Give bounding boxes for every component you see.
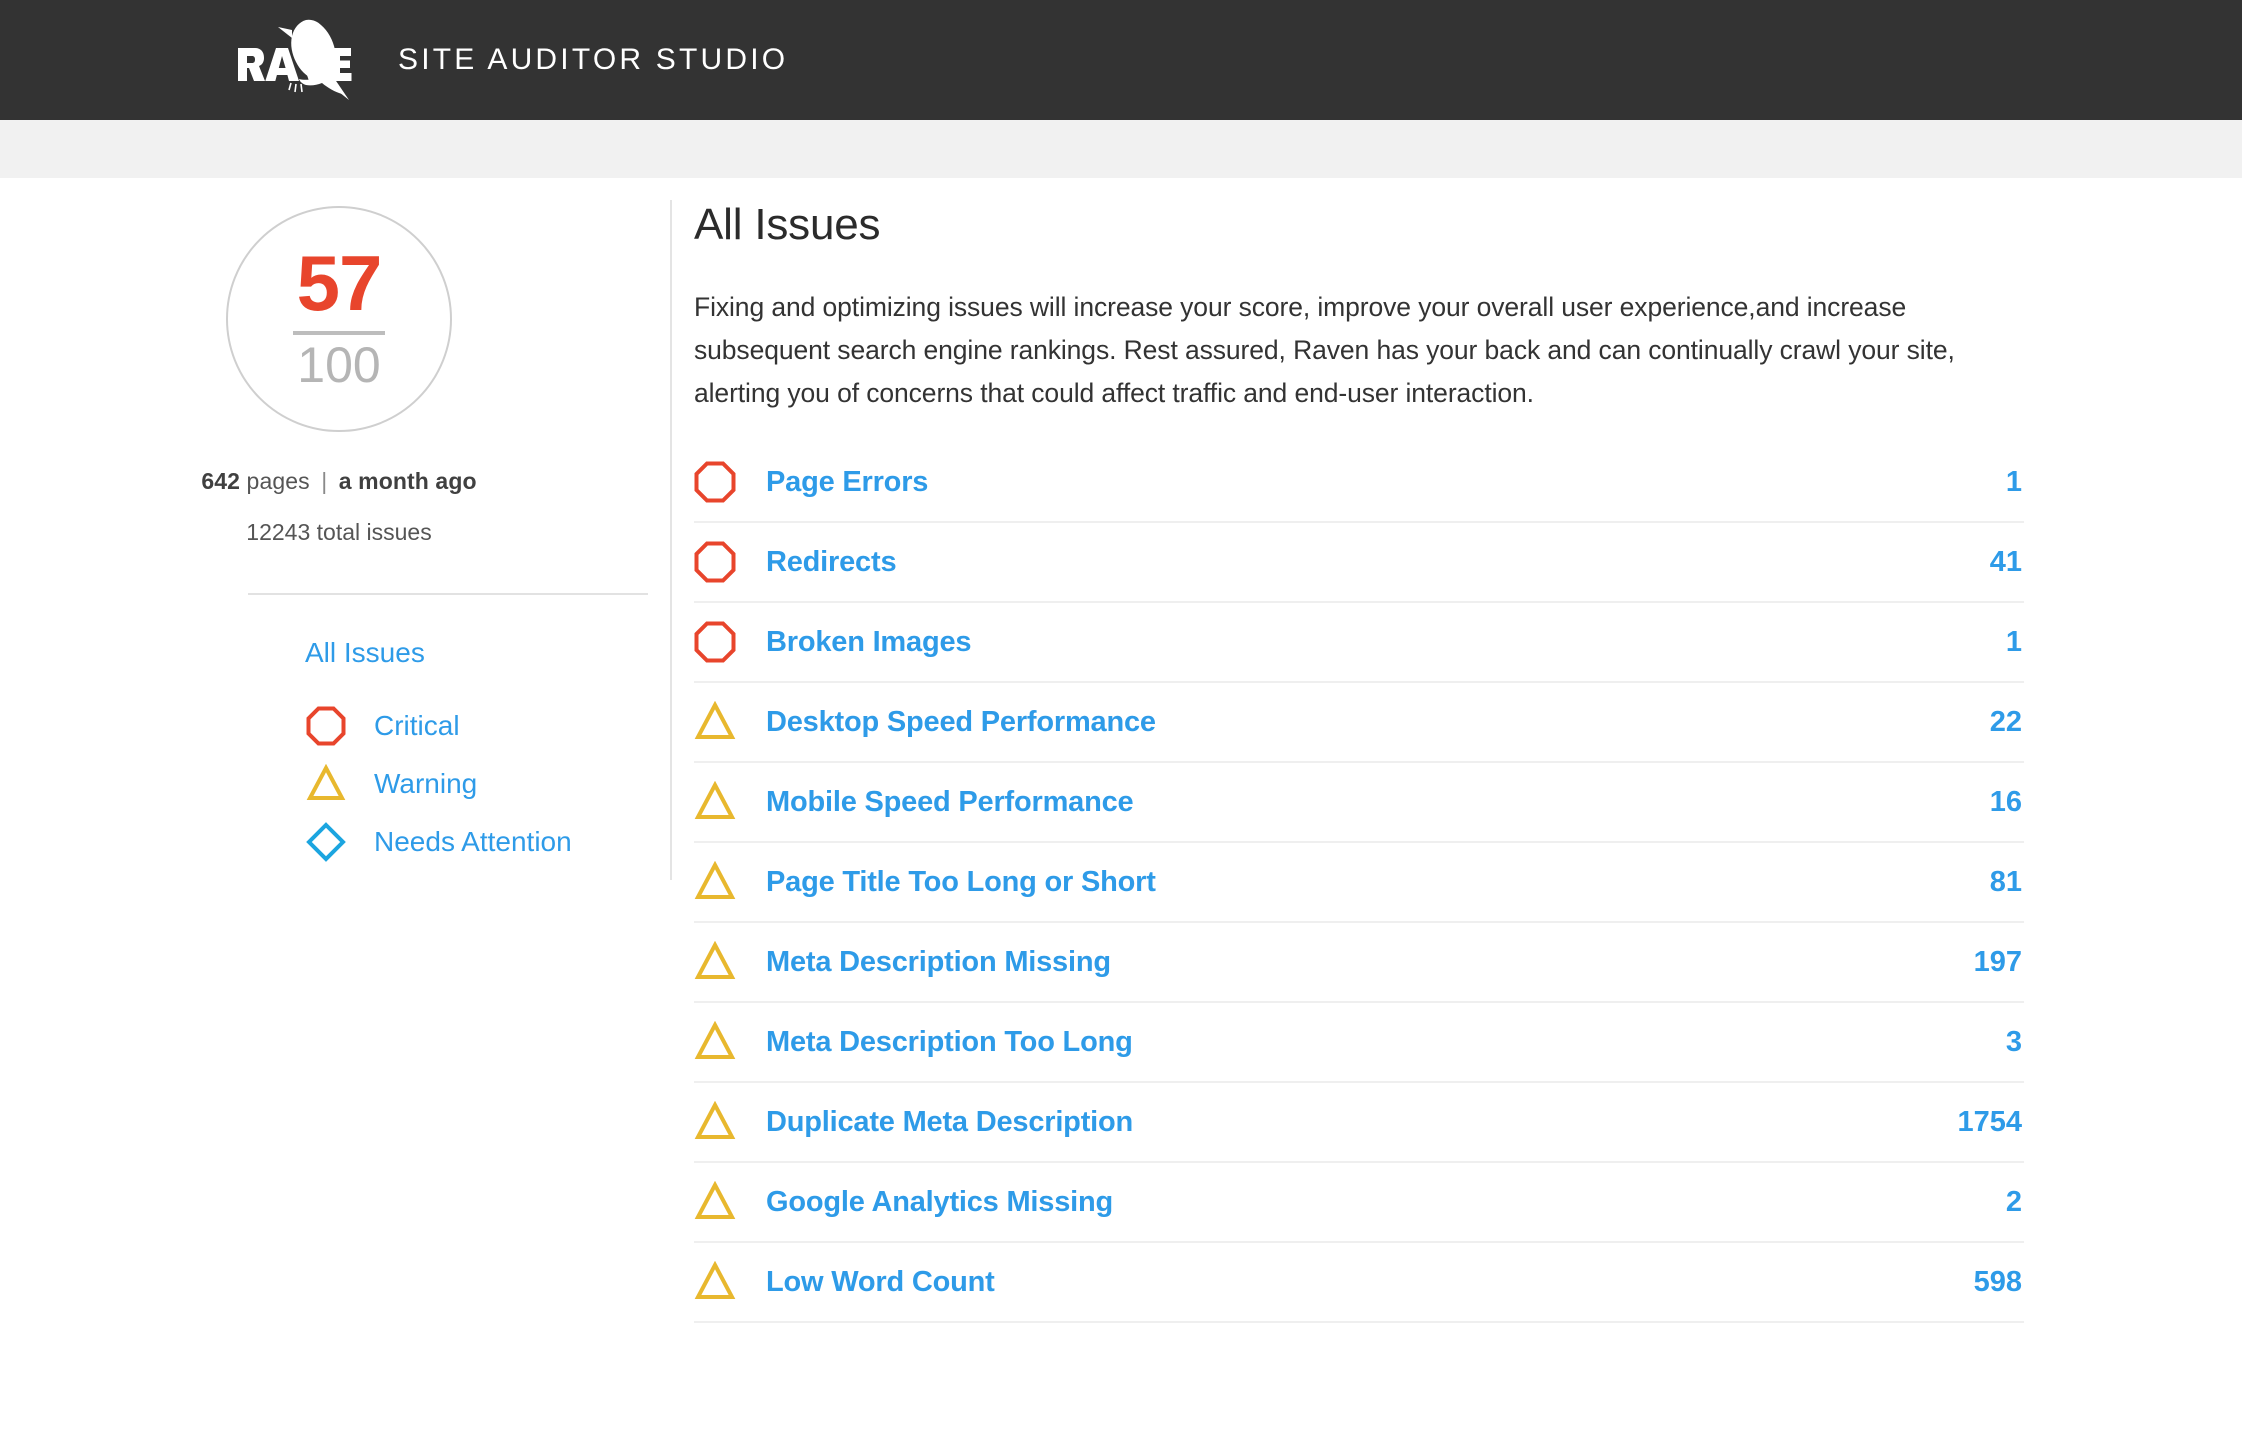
sidebar-item-all-issues[interactable]: All Issues (305, 637, 668, 669)
octagon-icon (694, 541, 736, 583)
triangle-icon (306, 764, 346, 800)
sidebar-item-critical[interactable]: Critical (305, 697, 668, 755)
issue-row[interactable]: Duplicate Meta Description 1754 (694, 1083, 2024, 1163)
triangle-icon (694, 941, 736, 979)
triangle-icon (694, 1021, 736, 1059)
issue-row[interactable]: Page Title Too Long or Short 81 (694, 843, 2024, 923)
issue-row[interactable]: Low Word Count 598 (694, 1243, 2024, 1323)
page-body: 57 100 642 pages | a month ago 12243 tot… (0, 178, 2242, 1456)
octagon-icon (694, 461, 736, 503)
sidebar-item-label: Needs Attention (374, 826, 572, 857)
issue-label[interactable]: Meta Description Too Long (766, 1026, 2006, 1059)
secondary-toolbar (0, 120, 2242, 178)
issue-row[interactable]: Desktop Speed Performance 22 (694, 683, 2024, 763)
total-issues-meta: 12243 total issues (246, 519, 431, 546)
octagon-icon (694, 621, 736, 663)
score-gauge: 57 100 (226, 206, 452, 432)
issue-count: 598 (1973, 1265, 2022, 1298)
issue-row[interactable]: Google Analytics Missing 2 (694, 1163, 2024, 1243)
triangle-icon (694, 701, 736, 739)
score-value: 57 (296, 239, 383, 328)
total-issues-label: total issues (316, 519, 432, 545)
issue-label[interactable]: Low Word Count (766, 1266, 1974, 1299)
issue-count: 22 (1989, 705, 2022, 738)
triangle-icon (694, 1101, 736, 1139)
issue-label[interactable]: Broken Images (766, 626, 2006, 659)
triangle-icon (694, 1261, 736, 1299)
sidebar-item-label: Critical (374, 710, 460, 741)
page-title: All Issues (694, 200, 881, 249)
issue-row[interactable]: Meta Description Too Long 3 (694, 1003, 2024, 1083)
issue-count: 3 (2005, 1025, 2022, 1058)
issue-count: 2 (2005, 1185, 2022, 1218)
issue-count: 1 (2005, 465, 2022, 498)
content-divider (670, 200, 672, 880)
main-content: All Issues Fixing and optimizing issues … (668, 178, 2242, 1456)
app-title: SITE AUDITOR STUDIO (398, 43, 789, 76)
diamond-icon (306, 822, 346, 862)
triangle-icon (694, 1181, 736, 1219)
brand-logo[interactable] (236, 15, 354, 105)
issue-row[interactable]: Mobile Speed Performance 16 (694, 763, 2024, 843)
issue-row[interactable]: Meta Description Missing 197 (694, 923, 2024, 1003)
issue-count: 41 (1989, 545, 2022, 578)
score-divider (293, 331, 385, 336)
issue-label[interactable]: Page Title Too Long or Short (766, 866, 1990, 899)
sidebar-divider (248, 593, 648, 595)
score-max: 100 (297, 337, 381, 394)
issue-label[interactable]: Desktop Speed Performance (766, 706, 1990, 739)
issue-count: 16 (1989, 785, 2022, 818)
issue-label[interactable]: Google Analytics Missing (766, 1186, 2006, 1219)
score-summary: 57 100 642 pages | a month ago 12243 tot… (0, 206, 668, 546)
issue-count: 197 (1973, 945, 2022, 978)
page-description: Fixing and optimizing issues will increa… (694, 292, 1955, 408)
octagon-icon (306, 706, 346, 746)
pages-count: 642 (201, 468, 241, 494)
raven-bird-logo (238, 19, 352, 100)
sidebar: 57 100 642 pages | a month ago 12243 tot… (0, 178, 672, 1456)
issue-count: 1 (2005, 625, 2022, 658)
sidebar-nav: All Issues Critical Warning Needs Attent… (305, 637, 668, 871)
triangle-icon (694, 781, 736, 819)
issue-count: 81 (1989, 865, 2022, 898)
issue-row[interactable]: Page Errors 1 (694, 443, 2024, 523)
issue-row[interactable]: Broken Images 1 (694, 603, 2024, 683)
sidebar-item-warning[interactable]: Warning (305, 755, 668, 813)
sidebar-item-needs-attention[interactable]: Needs Attention (305, 813, 668, 871)
last-crawl-time: a month ago (338, 468, 477, 494)
issue-row[interactable]: Redirects 41 (694, 523, 2024, 603)
issue-label[interactable]: Page Errors (766, 466, 2006, 499)
sidebar-item-label: Warning (374, 768, 478, 799)
app-header: SITE AUDITOR STUDIO (0, 0, 2242, 120)
issues-list: Page Errors 1 Redirects 41 Broken Images 1 Des… (694, 443, 2024, 1323)
total-issues-count: 12243 (246, 519, 311, 545)
triangle-icon (694, 861, 736, 899)
issue-count: 1754 (1957, 1105, 2022, 1138)
issue-label[interactable]: Duplicate Meta Description (766, 1106, 1957, 1139)
meta-separator: | (321, 468, 328, 494)
issue-label[interactable]: Meta Description Missing (766, 946, 1974, 979)
issue-label[interactable]: Mobile Speed Performance (766, 786, 1990, 819)
crawl-meta: 642 pages | a month ago (201, 468, 476, 495)
issue-label[interactable]: Redirects (766, 546, 1990, 579)
pages-label: pages (246, 468, 310, 494)
